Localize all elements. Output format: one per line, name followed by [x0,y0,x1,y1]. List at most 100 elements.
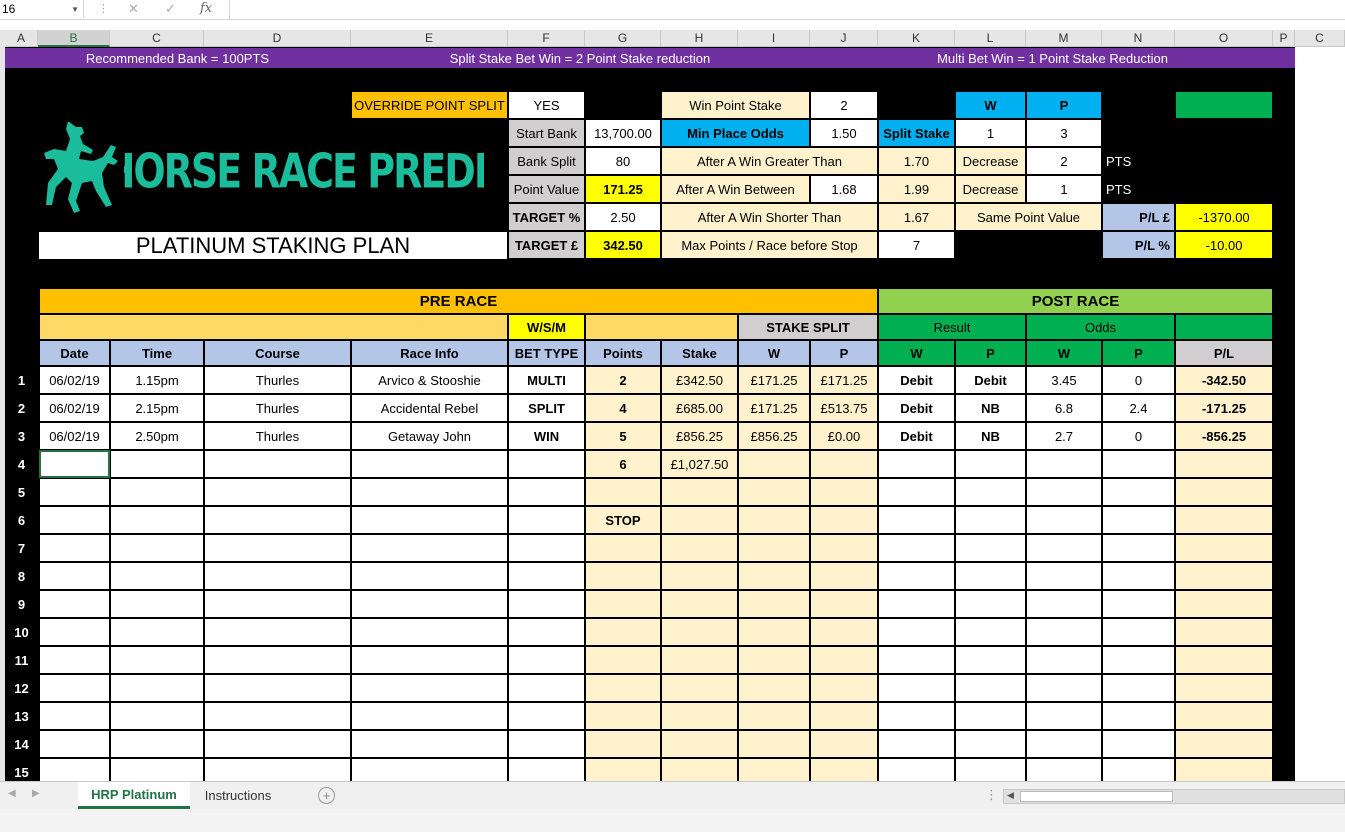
cell-result-w[interactable]: Debit [878,394,955,422]
cell-race-info[interactable] [351,590,508,618]
cell-odds-p[interactable]: 2.4 [1102,394,1175,422]
cell-stake[interactable] [661,590,738,618]
cell-bet-type[interactable] [508,506,585,534]
cell-result-p[interactable] [955,590,1026,618]
cell-odds-p[interactable] [1102,646,1175,674]
cell-result-w[interactable] [878,450,955,478]
cell-odds-w[interactable] [1026,534,1102,562]
target-pct-value[interactable]: 2.50 [585,203,661,231]
cell-points[interactable] [585,730,661,758]
cell-course[interactable] [204,534,351,562]
cell-course[interactable]: Thurles [204,422,351,450]
cell-odds-p[interactable] [1102,478,1175,506]
cell-time[interactable] [110,730,204,758]
cell-pl[interactable] [1175,450,1273,478]
cell-stake[interactable]: £1,027.50 [661,450,738,478]
tab-split-handle-icon[interactable]: ⋮ [985,787,998,803]
scrollbar-left-arrow-icon[interactable]: ◀ [1007,790,1014,801]
column-header-o-14[interactable]: O [1175,30,1273,47]
cancel-icon[interactable]: ✕ [128,1,139,17]
cell-bet-type[interactable] [508,674,585,702]
cell-pl[interactable] [1175,618,1273,646]
cell-race-info[interactable] [351,562,508,590]
cell-stake-p[interactable] [810,478,878,506]
column-header-h-7[interactable]: H [661,30,738,47]
cell-odds-w[interactable] [1026,702,1102,730]
cell-stake-p[interactable] [810,590,878,618]
cell-stake[interactable] [661,534,738,562]
cell-result-w[interactable] [878,478,955,506]
cell-points[interactable] [585,478,661,506]
cell-odds-p[interactable] [1102,730,1175,758]
scroll-right-icon[interactable]: ▶ [32,788,40,799]
cell-bet-type[interactable] [508,478,585,506]
cell-time[interactable] [110,618,204,646]
column-header-m-12[interactable]: M [1026,30,1102,47]
column-header-b-1[interactable]: B [38,30,110,47]
cell-stake[interactable] [661,702,738,730]
after-win-between-high[interactable]: 1.99 [878,175,955,203]
cell-race-info[interactable] [351,450,508,478]
cell-result-w[interactable] [878,506,955,534]
column-header-d-3[interactable]: D [204,30,351,47]
cell-stake-p[interactable] [810,562,878,590]
column-header-a-0[interactable]: A [5,30,38,47]
cell-result-p[interactable] [955,562,1026,590]
cell-race-info[interactable]: Accidental Rebel [351,394,508,422]
cell-odds-w[interactable] [1026,506,1102,534]
cell-pl[interactable]: -171.25 [1175,394,1273,422]
formula-input[interactable] [229,0,1345,19]
cell-course[interactable] [204,562,351,590]
cell-time[interactable] [110,646,204,674]
cell-pl[interactable] [1175,590,1273,618]
split-w-value[interactable]: 1 [955,119,1026,147]
cell-odds-w[interactable] [1026,618,1102,646]
scroll-left-icon[interactable]: ◀ [8,788,16,799]
cell-stake-p[interactable] [810,674,878,702]
cell-pl[interactable] [1175,562,1273,590]
column-header-j-9[interactable]: J [810,30,878,47]
cell-bet-type[interactable] [508,730,585,758]
enter-icon[interactable]: ✓ [165,1,176,17]
cell-odds-w[interactable]: 2.7 [1026,422,1102,450]
cell-pl[interactable] [1175,674,1273,702]
cell-course[interactable] [204,646,351,674]
cell-date[interactable]: 06/02/19 [39,394,110,422]
name-box[interactable]: 16 ▼ [0,0,84,18]
cell-points[interactable] [585,618,661,646]
cell-course[interactable] [204,674,351,702]
column-header-n-13[interactable]: N [1102,30,1175,47]
cell-bet-type[interactable] [508,646,585,674]
cell-time[interactable] [110,674,204,702]
cell-race-info[interactable] [351,618,508,646]
cell-time[interactable] [110,562,204,590]
cell-points[interactable] [585,702,661,730]
bank-split-value[interactable]: 80 [585,147,661,175]
active-cell[interactable] [39,450,110,478]
cell-odds-p[interactable] [1102,702,1175,730]
cell-result-p[interactable] [955,450,1026,478]
min-place-odds-value[interactable]: 1.50 [810,119,878,147]
cell-course[interactable] [204,506,351,534]
cell-stake-p[interactable] [810,618,878,646]
cell-pl[interactable] [1175,478,1273,506]
decrease-value-1[interactable]: 2 [1026,147,1102,175]
cell-pl[interactable]: -342.50 [1175,366,1273,394]
cell-stake-w[interactable] [738,730,810,758]
cell-course[interactable] [204,702,351,730]
cell-points[interactable]: 6 [585,450,661,478]
cell-result-p[interactable]: NB [955,394,1026,422]
after-win-shorter-value[interactable]: 1.67 [878,203,955,231]
cell-odds-p[interactable] [1102,534,1175,562]
cell-points[interactable] [585,646,661,674]
cell-result-p[interactable] [955,702,1026,730]
cell-odds-w[interactable] [1026,478,1102,506]
cell-date[interactable] [39,702,110,730]
column-header-e-4[interactable]: E [351,30,508,47]
cell-result-p[interactable] [955,674,1026,702]
column-header-f-5[interactable]: F [508,30,585,47]
cell-points[interactable] [585,534,661,562]
cell-date[interactable] [39,730,110,758]
cell-time[interactable]: 1.15pm [110,366,204,394]
after-win-greater-value[interactable]: 1.70 [878,147,955,175]
